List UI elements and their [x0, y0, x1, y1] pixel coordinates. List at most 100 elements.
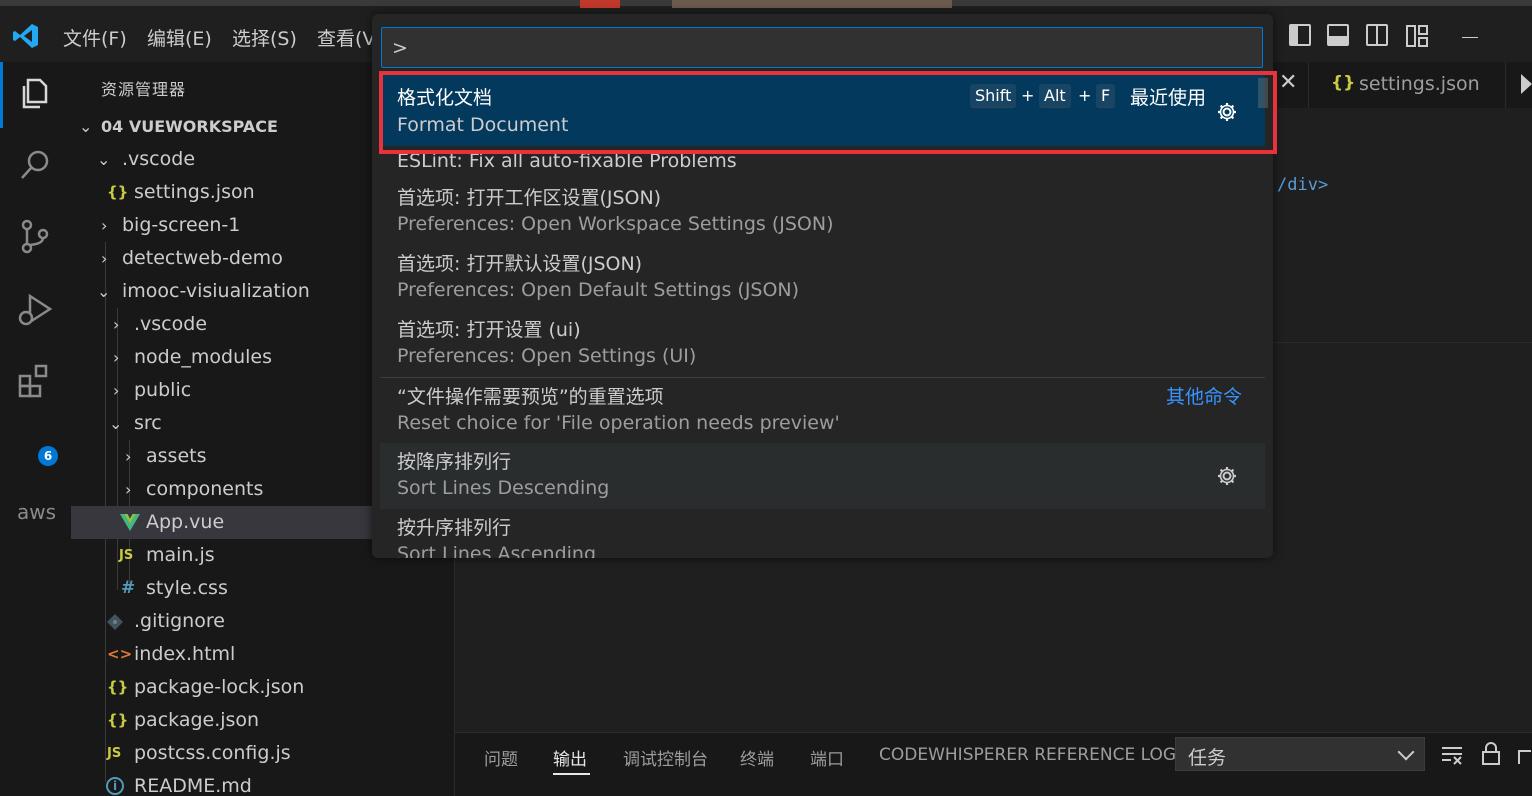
chevron-down-icon: ⌄	[97, 282, 111, 301]
output-channel-select[interactable]: 任务	[1175, 737, 1425, 771]
tree-item-file[interactable]: # style.css	[71, 572, 455, 605]
toggle-primary-sidebar-icon[interactable]	[1289, 24, 1311, 46]
panel-tab-output[interactable]: 输出	[553, 745, 587, 770]
tree-item-file[interactable]: <> index.html	[71, 638, 455, 671]
code-fragment[interactable]: /div>	[1277, 175, 1328, 195]
workspace-root-label: 04 VUEWORKSPACE	[101, 117, 278, 136]
lock-icon[interactable]	[1481, 742, 1501, 766]
git-file-icon	[107, 614, 123, 630]
palette-item[interactable]: 首选项: 打开设置 (ui) Preferences: Open Setting…	[380, 311, 1265, 377]
editor-divider	[1273, 342, 1532, 343]
panel-tab-codewhisperer-log[interactable]: CODEWHISPERER REFERENCE LOG	[879, 745, 1176, 765]
active-tab-underline	[553, 773, 590, 775]
tree-item-label: .vscode	[134, 313, 208, 335]
panel-tab-terminal[interactable]: 终端	[740, 745, 774, 770]
palette-item-detail: Preferences: Open Default Settings (JSON…	[397, 279, 800, 301]
tree-item-label: package-lock.json	[134, 676, 305, 698]
palette-item-label: 按升序排列行	[397, 517, 512, 539]
command-palette-input-box[interactable]	[381, 27, 1263, 68]
tab-settings-json[interactable]: {} settings.json	[1308, 62, 1506, 108]
chevron-right-icon: ›	[113, 315, 120, 334]
search-icon[interactable]	[16, 146, 54, 184]
toggle-secondary-sidebar-icon[interactable]	[1366, 24, 1388, 46]
gear-icon[interactable]	[1216, 465, 1238, 487]
tree-item-label: big-screen-1	[122, 214, 241, 236]
tree-item-file[interactable]: {} package.json	[71, 704, 455, 737]
palette-item-detail: Preferences: Open Workspace Settings (JS…	[397, 213, 834, 235]
tree-item-label: main.js	[146, 544, 215, 566]
js-file-icon: JS	[119, 548, 134, 563]
palette-item[interactable]: 首选项: 打开工作区设置(JSON) Preferences: Open Wor…	[380, 179, 1265, 245]
minimize-icon[interactable]	[1462, 37, 1478, 38]
toggle-panel-icon[interactable]	[1327, 24, 1349, 46]
run-debug-icon[interactable]	[16, 290, 54, 328]
palette-item-label: 首选项: 打开工作区设置(JSON)	[397, 187, 662, 209]
chevron-down-icon	[1397, 743, 1415, 761]
background-window-strip	[580, 0, 620, 8]
palette-item-label: “文件操作需要预览”的重置选项	[397, 386, 664, 408]
tree-item-label: imooc-visiualization	[122, 280, 310, 302]
chevron-right-icon: ›	[125, 480, 132, 499]
palette-item-detail: Preferences: Open Settings (UI)	[397, 345, 697, 367]
tree-item-label: assets	[146, 445, 207, 467]
tree-item-label: .vscode	[122, 148, 196, 170]
tree-item-label: public	[134, 379, 192, 401]
background-window-strip	[672, 0, 952, 8]
command-palette-input[interactable]	[382, 28, 1262, 67]
tree-item-file[interactable]: JS postcss.config.js	[71, 737, 455, 770]
css-file-icon: #	[121, 578, 136, 598]
aws-toolkit-icon[interactable]: aws	[17, 500, 56, 524]
clear-output-icon[interactable]	[1441, 745, 1463, 765]
palette-item-detail: Reset choice for 'File operation needs p…	[397, 412, 840, 434]
tree-item-label: package.json	[134, 709, 260, 731]
other-commands-tag: 其他命令	[1166, 386, 1243, 408]
js-file-icon: JS	[107, 746, 122, 761]
close-tab-icon[interactable]: ✕	[1279, 70, 1297, 95]
tree-item-label: index.html	[134, 643, 236, 665]
palette-item-label: 首选项: 打开设置 (ui)	[397, 319, 581, 341]
chevron-right-icon: ›	[113, 348, 120, 367]
extensions-badge: 6	[38, 446, 58, 466]
tree-item-label: postcss.config.js	[134, 742, 291, 764]
tree-item-file[interactable]: .gitignore	[71, 605, 455, 638]
chevron-right-icon: ›	[101, 249, 108, 268]
info-file-icon: i	[106, 777, 124, 795]
menu-edit[interactable]: 编辑(E)	[147, 24, 212, 51]
palette-item[interactable]: 按升序排列行 Sort Lines Ascending	[380, 509, 1265, 558]
open-output-editor-icon[interactable]	[1517, 743, 1532, 765]
tree-item-file[interactable]: i README.md	[71, 770, 455, 796]
tree-item-label: detectweb-demo	[122, 247, 283, 269]
tree-item-label: README.md	[134, 775, 252, 796]
palette-item[interactable]: “文件操作需要预览”的重置选项 Reset choice for 'File o…	[380, 378, 1265, 444]
tree-item-label: style.css	[146, 577, 228, 599]
chevron-down-icon: ⌄	[109, 414, 123, 433]
tree-item-label: components	[146, 478, 264, 500]
customize-layout-icon[interactable]	[1405, 24, 1429, 48]
menu-file[interactable]: 文件(F)	[63, 24, 127, 51]
chevron-down-icon: ⌄	[97, 150, 111, 169]
chevron-right-icon: ›	[125, 447, 132, 466]
palette-item[interactable]: 按降序排列行 Sort Lines Descending	[380, 443, 1265, 509]
tree-item-file[interactable]: {} package-lock.json	[71, 671, 455, 704]
extensions-icon[interactable]	[16, 362, 54, 400]
tree-item-label: .gitignore	[134, 610, 225, 632]
menu-selection[interactable]: 选择(S)	[232, 24, 297, 51]
tab-overflow-icon[interactable]	[1521, 74, 1532, 94]
palette-item-label: 首选项: 打开默认设置(JSON)	[397, 253, 643, 275]
source-control-icon[interactable]	[16, 217, 54, 255]
tree-item-label: App.vue	[146, 511, 225, 533]
panel-tab-ports[interactable]: 端口	[810, 745, 844, 770]
chevron-down-icon: ⌄	[79, 117, 93, 136]
panel-tab-debug-console[interactable]: 调试控制台	[623, 745, 708, 770]
active-indicator	[0, 62, 3, 128]
menu-view[interactable]: 查看(V	[317, 24, 375, 51]
explorer-icon[interactable]	[16, 74, 54, 112]
activity-bar: 6 aws	[0, 62, 71, 796]
palette-item-detail: Sort Lines Descending	[397, 477, 610, 499]
palette-item[interactable]: 首选项: 打开默认设置(JSON) Preferences: Open Defa…	[380, 245, 1265, 311]
output-channel-value: 任务	[1188, 747, 1227, 769]
chevron-right-icon: ›	[113, 381, 120, 400]
chevron-right-icon: ›	[101, 216, 108, 235]
panel-tab-problems[interactable]: 问题	[484, 745, 518, 770]
json-braces-icon: {}	[107, 711, 129, 729]
